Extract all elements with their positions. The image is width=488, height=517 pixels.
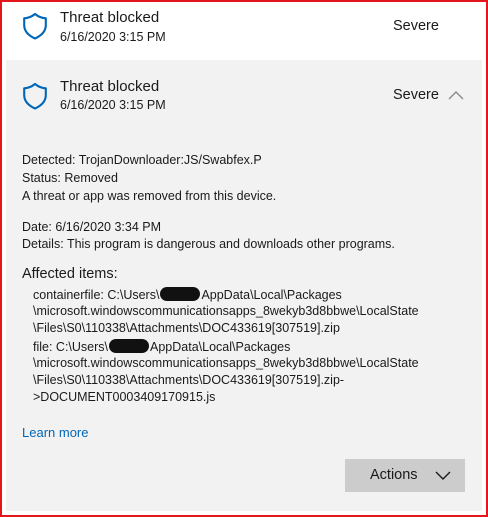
threat-item-expanded: Threat blocked 6/16/2020 3:15 PM Severe … (6, 60, 482, 511)
affected-items-heading: Affected items: (22, 266, 118, 282)
severity-label: Severe (393, 18, 439, 34)
status-note: A threat or app was removed from this de… (22, 189, 277, 203)
date-label: Date: (22, 220, 52, 234)
affected-item-line: \Files\S0\110338\Attachments\DOC433619[3… (33, 373, 345, 387)
date-row: Date: 6/16/2020 3:34 PM (22, 220, 161, 234)
date-value: 6/16/2020 3:34 PM (55, 220, 162, 234)
threat-title: Threat blocked (60, 9, 160, 26)
affected-item-line: file: C:\Users\ AppData\Local\Packages (33, 339, 291, 354)
chevron-down-icon (435, 471, 451, 480)
status-value: Removed (64, 171, 118, 185)
threat-datetime: 6/16/2020 3:15 PM (60, 30, 166, 44)
affected-item-line: >DOCUMENT0003409170915.js (33, 390, 216, 404)
affected-item-line: \microsoft.windowscommunicationsapps_8we… (33, 356, 419, 370)
details-value: This program is dangerous and downloads … (66, 237, 395, 251)
details-row: Details: This program is dangerous and d… (22, 237, 395, 251)
chevron-up-icon[interactable] (448, 90, 464, 100)
shield-icon (23, 82, 47, 110)
threat-title: Threat blocked (60, 78, 160, 95)
status-label: Status: (22, 171, 61, 185)
details-label: Details: (22, 237, 64, 251)
detected-row: Detected: TrojanDownloader:JS/Swabfex.P (22, 153, 262, 167)
detected-value: TrojanDownloader:JS/Swabfex.P (78, 153, 262, 167)
detected-label: Detected: (22, 153, 76, 167)
affected-item-line: containerfile: C:\Users\ AppData\Local\Pa… (33, 287, 342, 302)
status-row: Status: Removed (22, 171, 118, 185)
redaction-mark (160, 287, 201, 301)
threat-item-collapsed[interactable]: Threat blocked 6/16/2020 3:15 PM Severe (2, 2, 486, 56)
learn-more-link[interactable]: Learn more (22, 425, 88, 440)
severity-label: Severe (393, 87, 439, 103)
redaction-mark (109, 339, 150, 353)
affected-item-line: \Files\S0\110338\Attachments\DOC433619[3… (33, 321, 340, 335)
shield-icon (23, 12, 47, 40)
actions-label: Actions (370, 467, 418, 483)
actions-button[interactable]: Actions (345, 459, 465, 492)
threat-datetime: 6/16/2020 3:15 PM (60, 98, 166, 112)
affected-item-line: \microsoft.windowscommunicationsapps_8we… (33, 304, 419, 318)
